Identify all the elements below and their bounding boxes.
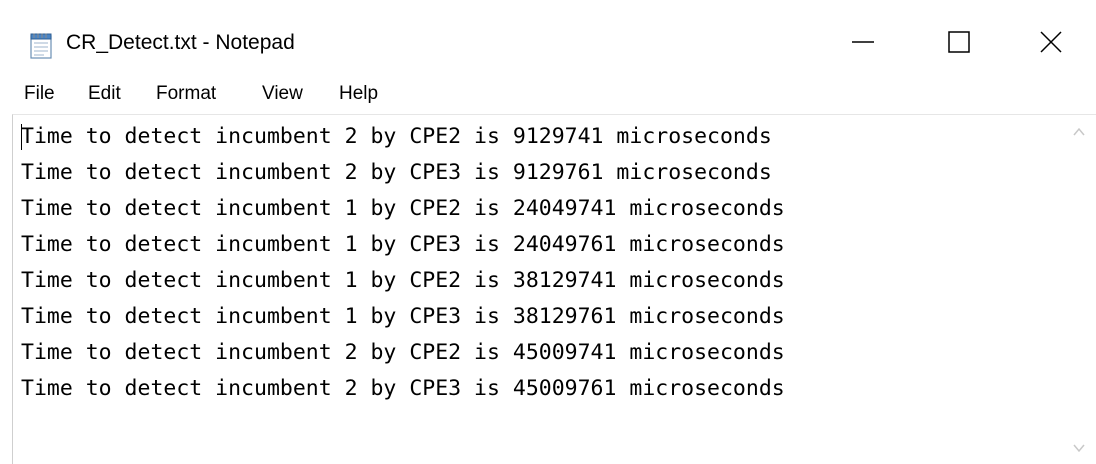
menu-edit[interactable]: Edit xyxy=(86,83,123,105)
window-title: CR_Detect.txt - Notepad xyxy=(66,31,295,54)
menu-format[interactable]: Format xyxy=(154,83,218,105)
menu-view[interactable]: View xyxy=(260,83,305,105)
close-button[interactable] xyxy=(1016,14,1086,74)
text-line: Time to detect incumbent 1 by CPE3 is 24… xyxy=(21,232,785,257)
text-line: Time to detect incumbent 1 by CPE3 is 38… xyxy=(21,304,785,329)
menu-help[interactable]: Help xyxy=(337,83,380,105)
notepad-window: CR_Detect.txt - Notepad File Edit Format… xyxy=(0,0,1096,464)
text-line: Time to detect incumbent 1 by CPE2 is 38… xyxy=(21,268,785,293)
text-content[interactable]: Time to detect incumbent 2 by CPE2 is 91… xyxy=(21,119,1041,459)
text-line: Time to detect incumbent 1 by CPE2 is 24… xyxy=(21,196,785,221)
text-line: Time to detect incumbent 2 by CPE3 is 91… xyxy=(21,160,772,185)
text-caret xyxy=(21,124,22,150)
minimize-icon xyxy=(852,31,874,58)
text-line: Time to detect incumbent 2 by CPE2 is 45… xyxy=(21,340,785,365)
notepad-icon[interactable] xyxy=(30,33,52,59)
menu-bar: File Edit Format View Help xyxy=(0,80,1096,114)
minimize-button[interactable] xyxy=(828,14,898,74)
text-line: Time to detect incumbent 2 by CPE2 is 91… xyxy=(21,124,772,149)
title-bar[interactable]: CR_Detect.txt - Notepad xyxy=(0,0,1096,80)
text-editor[interactable]: Time to detect incumbent 2 by CPE2 is 91… xyxy=(12,114,1096,464)
scroll-down-arrow-icon[interactable] xyxy=(1072,441,1086,455)
maximize-button[interactable] xyxy=(924,14,994,74)
text-line: Time to detect incumbent 2 by CPE3 is 45… xyxy=(21,376,785,401)
menu-file[interactable]: File xyxy=(22,83,57,105)
close-icon xyxy=(1040,30,1062,58)
vertical-scrollbar[interactable] xyxy=(1062,115,1096,464)
scroll-up-arrow-icon[interactable] xyxy=(1072,125,1086,139)
maximize-icon xyxy=(948,30,970,58)
